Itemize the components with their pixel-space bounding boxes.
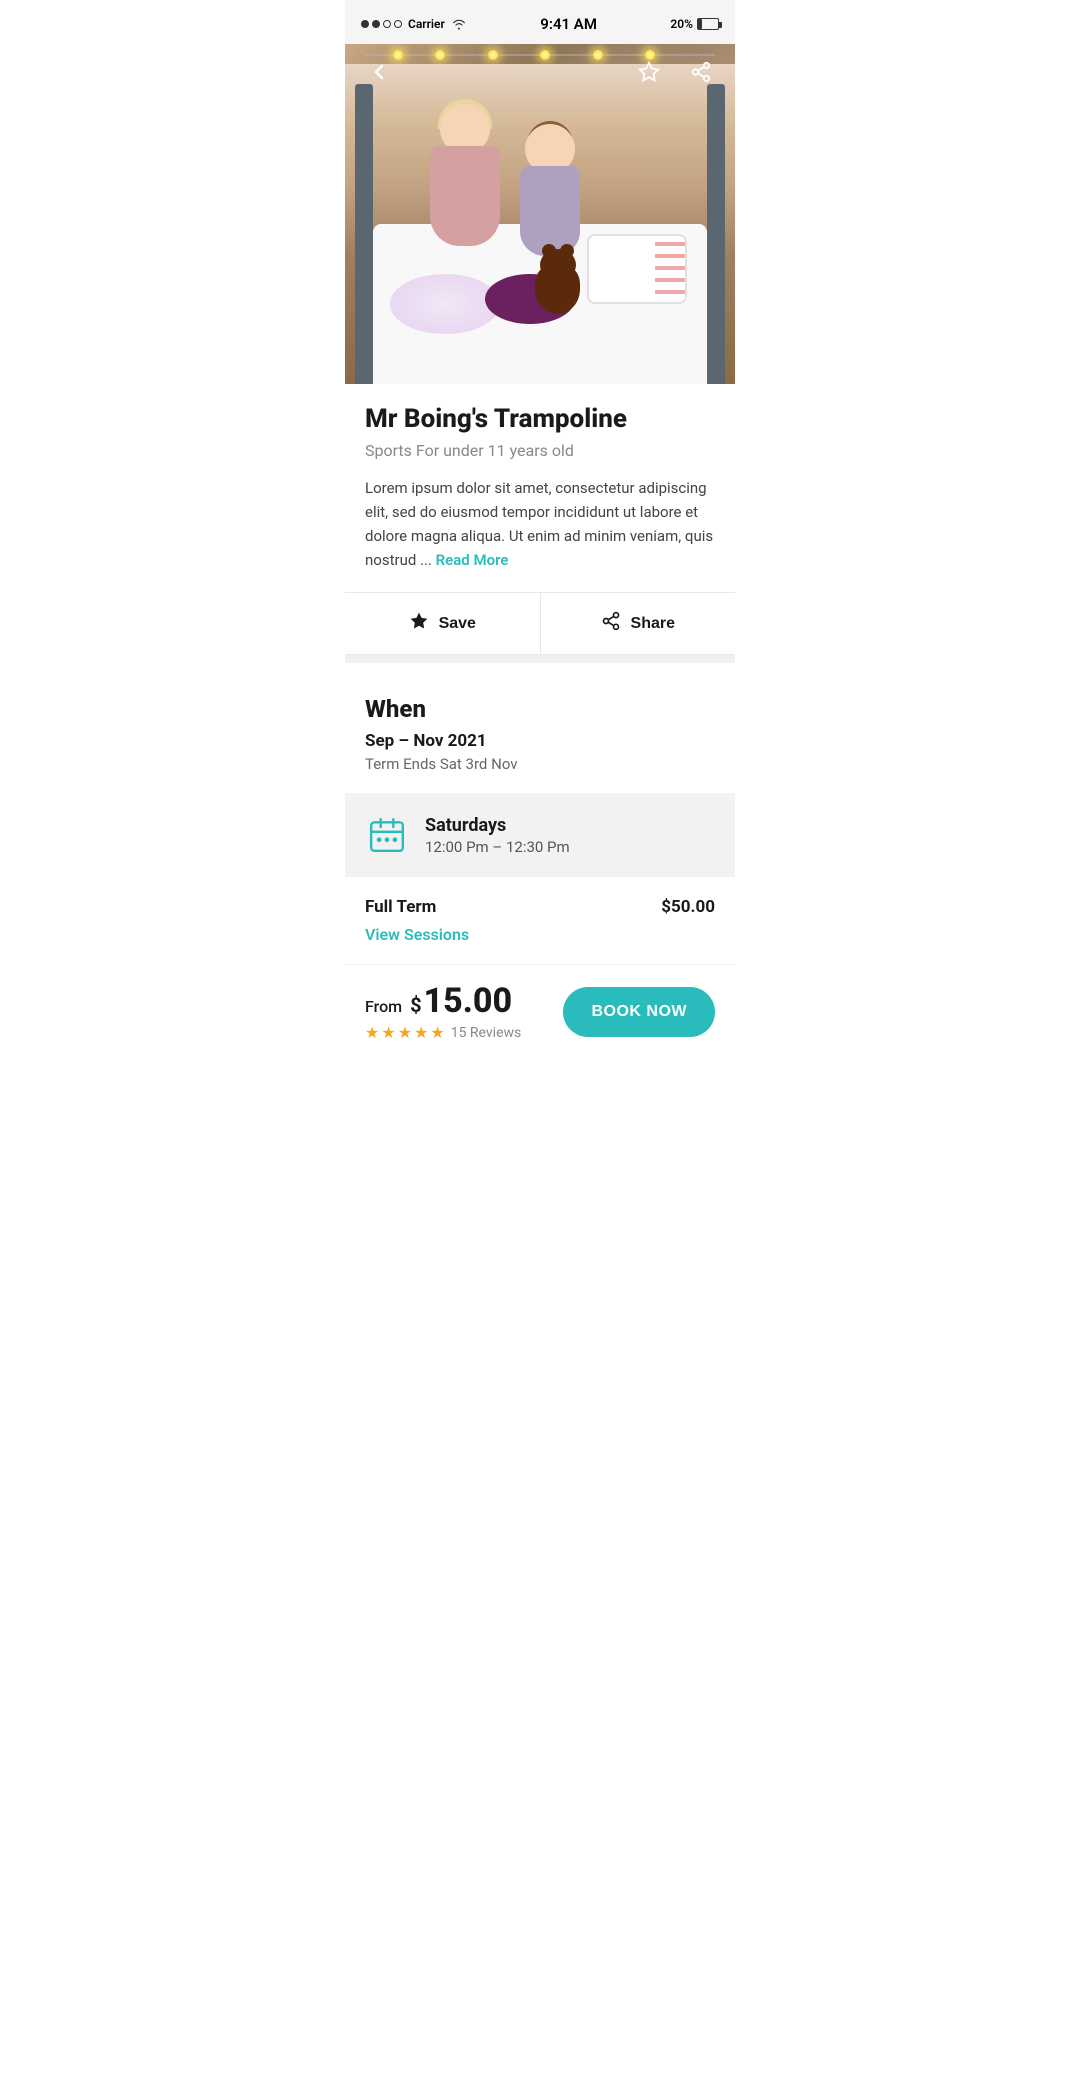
view-sessions-link[interactable]: View Sessions <box>365 925 469 944</box>
light-bulb <box>435 50 445 60</box>
calendar-icon <box>368 816 406 854</box>
light-bulb <box>540 50 550 60</box>
reviews-row: ★ ★ ★ ★ ★ 15 Reviews <box>365 1023 521 1042</box>
full-term-label: Full Term <box>365 897 436 917</box>
pricing-row: Full Term $50.00 <box>365 897 715 917</box>
schedule-icon <box>365 813 409 857</box>
back-button[interactable] <box>361 54 397 90</box>
section-separator <box>345 655 735 663</box>
battery-icon <box>697 18 719 30</box>
activity-title: Mr Boing's Trampoline <box>365 404 715 435</box>
read-more-link[interactable]: Read More <box>436 551 509 569</box>
activity-description: Lorem ipsum dolor sit amet, consectetur … <box>365 476 715 572</box>
full-term-price: $50.00 <box>661 897 715 917</box>
description-text: Lorem ipsum dolor sit amet, consectetur … <box>365 479 713 569</box>
price-number: 15.00 <box>424 981 513 1021</box>
bear-ear-left <box>542 244 556 258</box>
when-title: When <box>365 695 715 723</box>
star-3: ★ <box>398 1023 412 1042</box>
bottom-bar: From $ 15.00 ★ ★ ★ ★ ★ 15 Reviews BOOK N… <box>345 964 735 1062</box>
bookmark-button[interactable] <box>631 54 667 90</box>
star-1: ★ <box>365 1023 379 1042</box>
star-5: ★ <box>430 1023 444 1042</box>
dot-filled-1 <box>361 20 369 28</box>
child-body <box>430 146 500 246</box>
battery-percent: 20% <box>670 17 693 31</box>
term-ends: Term Ends Sat 3rd Nov <box>365 755 715 773</box>
carrier-label: Carrier <box>408 17 445 31</box>
main-content: Mr Boing's Trampoline Sports For under 1… <box>345 384 735 655</box>
status-time: 9:41 AM <box>540 15 597 33</box>
activity-subtitle: Sports For under 11 years old <box>365 441 715 460</box>
save-button[interactable]: Save <box>345 593 541 654</box>
teddy-bear <box>530 249 585 314</box>
price-from-line: From $ 15.00 <box>365 981 521 1021</box>
date-range: Sep – Nov 2021 <box>365 731 715 751</box>
child-body <box>520 166 580 256</box>
schedule-card: Saturdays 12:00 Pm – 12:30 Pm <box>345 793 735 877</box>
save-label: Save <box>439 615 476 633</box>
children-scene <box>345 64 735 384</box>
hero-image <box>345 44 735 384</box>
status-bar: Carrier 9:41 AM 20% <box>345 0 735 44</box>
review-count: 15 Reviews <box>451 1025 522 1041</box>
from-text: From <box>365 997 402 1016</box>
wifi-icon <box>451 18 467 30</box>
bear-ear-right <box>560 244 574 258</box>
share-button[interactable] <box>683 54 719 90</box>
price-from: From $ 15.00 ★ ★ ★ ★ ★ 15 Reviews <box>365 981 521 1042</box>
bed-frame-right <box>707 84 725 384</box>
dot-filled-2 <box>372 20 380 28</box>
status-right: 20% <box>670 17 719 31</box>
dot-empty-4 <box>394 20 402 28</box>
when-section: When Sep – Nov 2021 Term Ends Sat 3rd No… <box>345 671 735 793</box>
light-bulb <box>488 50 498 60</box>
bear-body <box>535 264 580 314</box>
action-bar: Save Share <box>345 592 735 655</box>
star-2: ★ <box>381 1023 395 1042</box>
bed-frame-left <box>355 84 373 384</box>
pricing-section: Full Term $50.00 View Sessions <box>345 877 735 960</box>
star-4: ★ <box>414 1023 428 1042</box>
nav-actions <box>631 54 719 90</box>
schedule-time: 12:00 Pm – 12:30 Pm <box>425 838 570 856</box>
pillow <box>587 234 687 304</box>
price-dollar: $ <box>410 993 421 1017</box>
battery-fill <box>698 19 702 29</box>
stars: ★ ★ ★ ★ ★ <box>365 1023 445 1042</box>
share-icon <box>601 611 621 636</box>
status-left: Carrier <box>361 17 467 31</box>
save-icon <box>409 611 429 636</box>
share-button[interactable]: Share <box>541 593 736 654</box>
dot-empty-3 <box>383 20 391 28</box>
book-now-button[interactable]: BOOK NOW <box>563 987 715 1037</box>
schedule-day: Saturdays <box>425 815 570 836</box>
share-label: Share <box>631 615 675 633</box>
signal-dots <box>361 20 402 28</box>
light-bulb <box>593 50 603 60</box>
schedule-info: Saturdays 12:00 Pm – 12:30 Pm <box>425 815 570 856</box>
